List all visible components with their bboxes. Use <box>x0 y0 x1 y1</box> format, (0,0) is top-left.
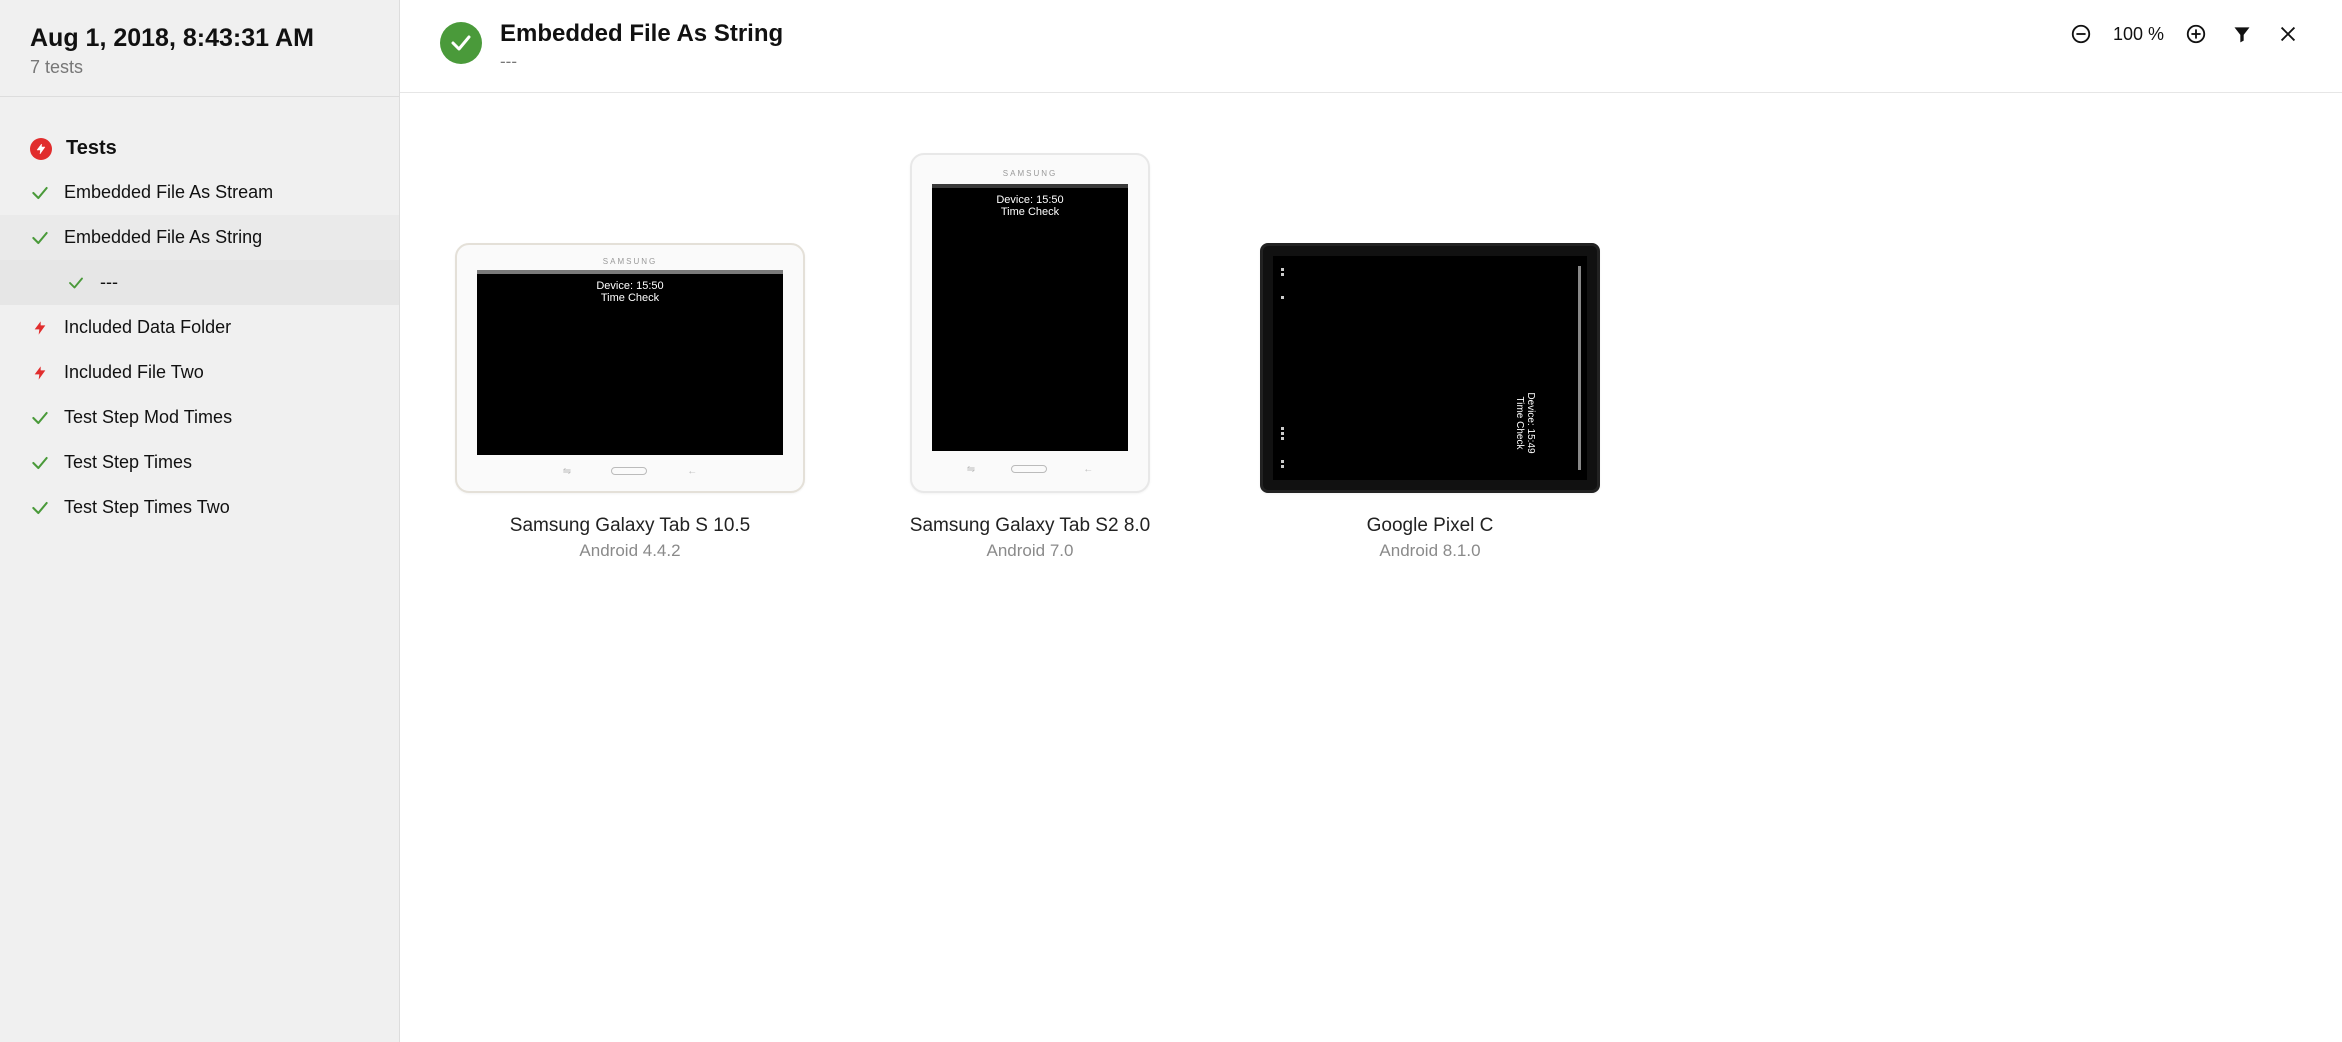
sidebar-item-label: Test Step Times Two <box>64 497 230 518</box>
device-name: Samsung Galaxy Tab S 10.5 <box>510 515 750 537</box>
test-list: Embedded File As Stream Embedded File As… <box>0 170 399 530</box>
topbar-heading: Embedded File As String --- <box>500 20 783 72</box>
device-screen-content: Device: 15:50 Time Check <box>932 188 1128 451</box>
run-test-count: 7 tests <box>30 57 369 78</box>
device-name: Samsung Galaxy Tab S2 8.0 <box>910 515 1150 537</box>
check-icon <box>30 498 50 518</box>
tests-section: Tests Embedded File As Stream Embedded F… <box>0 97 399 530</box>
sidebar-item-included-data-folder[interactable]: Included Data Folder <box>0 305 399 350</box>
nav-icon <box>1281 296 1284 299</box>
device-card[interactable]: SAMSUNG Device: 15:50 Time Check ⇋← Sams… <box>450 243 810 561</box>
topbar-left: Embedded File As String --- <box>440 20 2067 72</box>
topbar: Embedded File As String --- 100 % <box>400 0 2342 93</box>
sidebar-item-label: Included Data Folder <box>64 317 231 338</box>
device-frame: SAMSUNG Device: 15:50 Time Check ⇋← <box>910 153 1150 493</box>
device-home-row: ⇋← <box>967 457 1093 481</box>
device-sidebar-strip <box>1578 266 1581 470</box>
screen-line-1: Device: 15:50 <box>996 194 1063 206</box>
device-label: Samsung Galaxy Tab S2 8.0 Android 7.0 <box>910 515 1150 561</box>
sidebar-item-label: Embedded File As Stream <box>64 182 273 203</box>
sidebar-item-test-step-times-two[interactable]: Test Step Times Two <box>0 485 399 530</box>
device-screen-content: Device: 15:49 Time Check <box>1318 256 1542 480</box>
screen-line-2: Time Check <box>1001 206 1059 218</box>
device-frame: SAMSUNG Device: 15:50 Time Check ⇋← <box>455 243 805 493</box>
close-button[interactable] <box>2274 20 2302 48</box>
sidebar-item-included-file-two[interactable]: Included File Two <box>0 350 399 395</box>
device-screen-content: Device: 15:50 Time Check <box>477 274 783 455</box>
device-os: Android 4.4.2 <box>510 541 750 561</box>
zoom-out-button[interactable] <box>2067 20 2095 48</box>
filter-button[interactable] <box>2228 20 2256 48</box>
check-icon <box>30 408 50 428</box>
device-brand: SAMSUNG <box>1003 165 1057 184</box>
nav-icon <box>1281 427 1284 440</box>
sidebar-item-label: Test Step Times <box>64 452 192 473</box>
tests-status-icon <box>30 138 52 160</box>
sidebar-item-label: Embedded File As String <box>64 227 262 248</box>
screen-line-1: Device: 15:50 <box>596 280 663 292</box>
test-subtitle: --- <box>500 52 783 72</box>
sidebar-item-embedded-file-as-string[interactable]: Embedded File As String <box>0 215 399 260</box>
check-icon <box>30 453 50 473</box>
sidebar-subitem[interactable]: --- <box>0 260 399 305</box>
screen-line-2: Time Check <box>601 292 659 304</box>
sidebar-item-label: Test Step Mod Times <box>64 407 232 428</box>
device-os: Android 8.1.0 <box>1367 541 1494 561</box>
device-card[interactable]: SAMSUNG Device: 15:50 Time Check ⇋← Sams… <box>850 153 1210 561</box>
nav-icon <box>1281 460 1284 468</box>
sidebar-item-test-step-times[interactable]: Test Step Times <box>0 440 399 485</box>
sidebar: Aug 1, 2018, 8:43:31 AM 7 tests Tests Em… <box>0 0 400 1042</box>
nav-icon <box>1281 268 1284 276</box>
sidebar-subitem-label: --- <box>100 272 118 293</box>
device-screen: Device: 15:49 Time Check <box>1273 256 1587 480</box>
device-grid: SAMSUNG Device: 15:50 Time Check ⇋← Sams… <box>400 93 2342 621</box>
device-brand: SAMSUNG <box>603 255 657 270</box>
tests-heading[interactable]: Tests <box>0 127 399 170</box>
check-icon <box>30 183 50 203</box>
status-pass-icon <box>440 22 482 64</box>
device-frame: Device: 15:49 Time Check <box>1260 243 1600 493</box>
zoom-in-button[interactable] <box>2182 20 2210 48</box>
device-label: Google Pixel C Android 8.1.0 <box>1367 515 1494 561</box>
device-name: Google Pixel C <box>1367 515 1494 537</box>
lightning-icon <box>30 318 50 338</box>
sidebar-item-label: Included File Two <box>64 362 204 383</box>
device-home-row: ⇋← <box>563 461 697 481</box>
zoom-level: 100 % <box>2113 24 2164 45</box>
run-timestamp: Aug 1, 2018, 8:43:31 AM <box>30 24 369 53</box>
screen-line-1: Device: 15:49 <box>1525 392 1536 453</box>
check-icon <box>66 273 86 293</box>
device-os: Android 7.0 <box>910 541 1150 561</box>
device-screen: Device: 15:50 Time Check <box>932 184 1128 451</box>
sidebar-header: Aug 1, 2018, 8:43:31 AM 7 tests <box>0 0 399 97</box>
sidebar-item-test-step-mod-times[interactable]: Test Step Mod Times <box>0 395 399 440</box>
device-card[interactable]: Device: 15:49 Time Check Google Pixel C … <box>1250 243 1610 561</box>
check-icon <box>30 228 50 248</box>
device-screen: Device: 15:50 Time Check <box>477 270 783 455</box>
screen-line-2: Time Check <box>1514 392 1525 453</box>
test-title: Embedded File As String <box>500 20 783 48</box>
lightning-icon <box>30 363 50 383</box>
tests-heading-label: Tests <box>66 137 117 160</box>
device-label: Samsung Galaxy Tab S 10.5 Android 4.4.2 <box>510 515 750 561</box>
topbar-controls: 100 % <box>2067 20 2302 48</box>
sidebar-item-embedded-file-as-stream[interactable]: Embedded File As Stream <box>0 170 399 215</box>
main-panel: Embedded File As String --- 100 % SAMSU <box>400 0 2342 1042</box>
